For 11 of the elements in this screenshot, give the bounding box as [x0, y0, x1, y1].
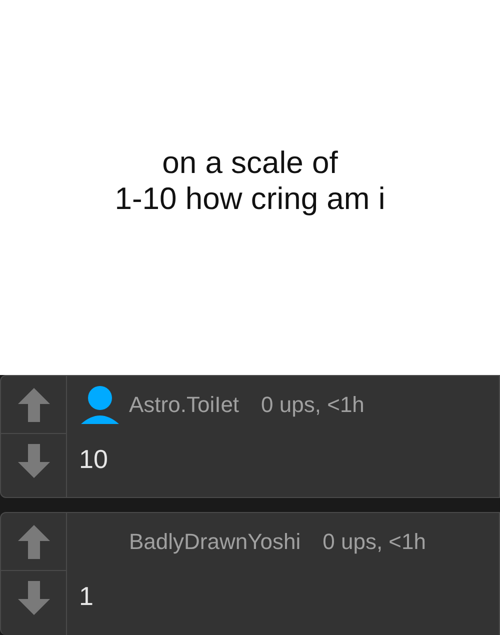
comment-meta: 0 ups, <1h: [261, 390, 364, 419]
down-arrow-icon: [16, 579, 52, 617]
down-arrow-icon: [16, 442, 52, 480]
username[interactable]: Astro.ToiIet: [129, 388, 240, 420]
comment-text: 1: [79, 580, 94, 613]
comment-text: 10: [79, 443, 109, 476]
up-arrow-icon: [16, 386, 52, 424]
up-arrow-icon: [16, 522, 52, 560]
comment-meta: 0 ups, <1h: [322, 528, 426, 556]
username[interactable]: BadlyDrawnYoshi: [129, 524, 301, 558]
caption: on a scale of 1-10 how cring am i: [114, 144, 386, 216]
